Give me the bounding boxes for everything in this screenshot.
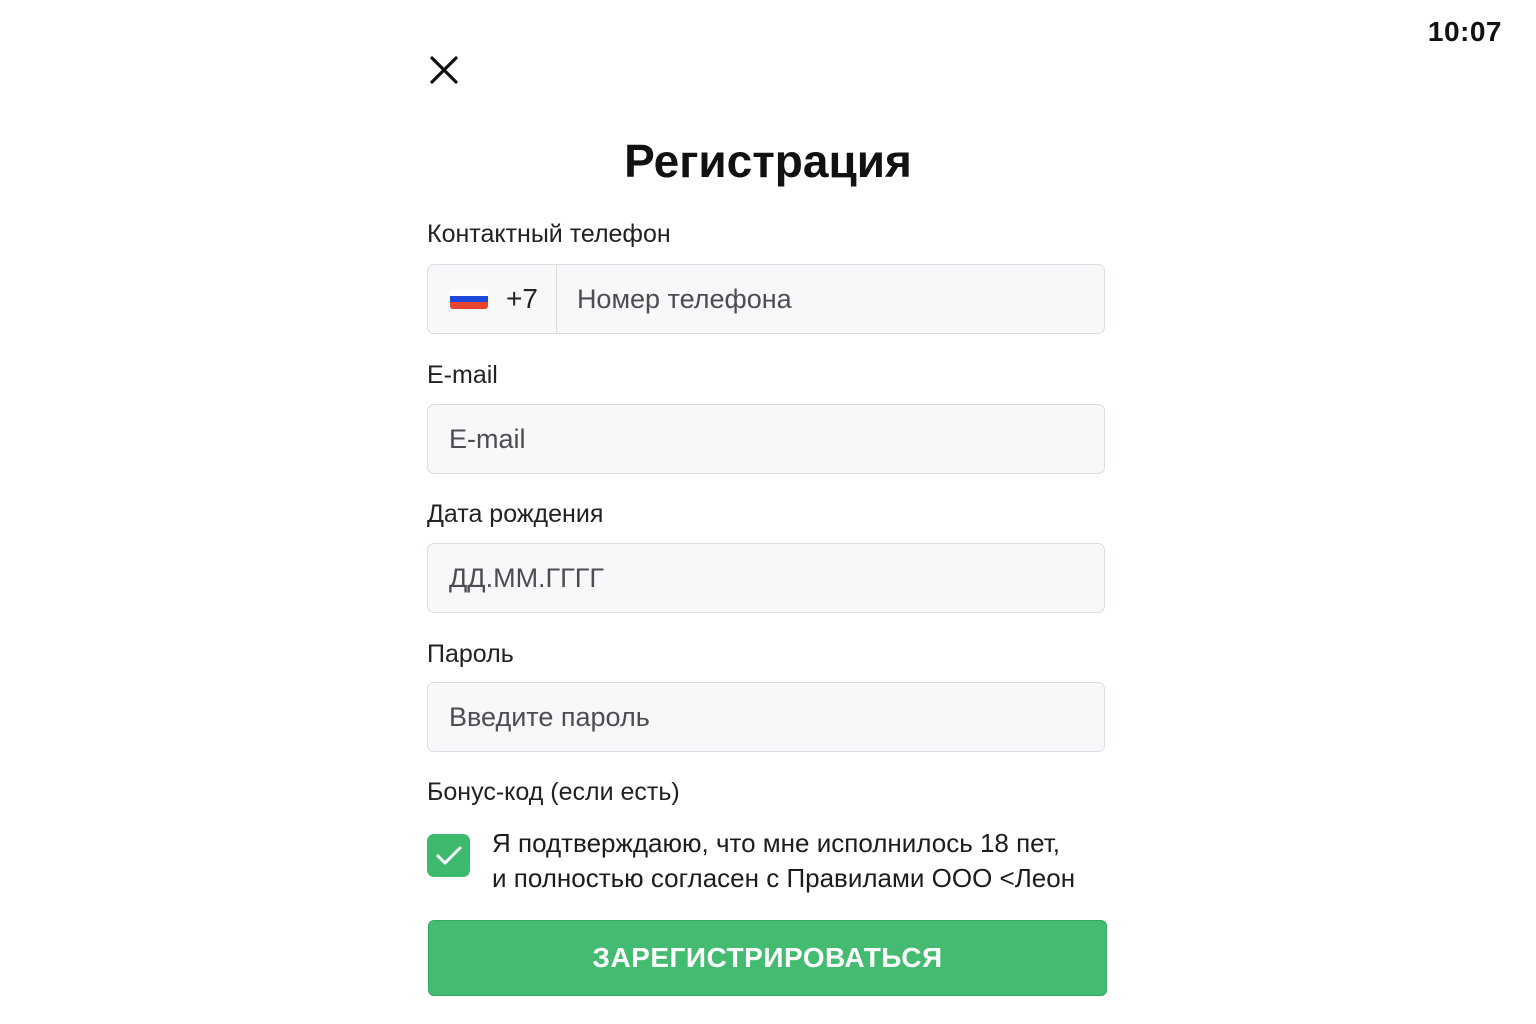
password-field-container: [427, 682, 1105, 752]
close-icon: [430, 56, 458, 84]
flag-stripe-blue: [450, 295, 488, 303]
status-time: 10:07: [1427, 16, 1502, 47]
dial-code: +7: [506, 283, 538, 314]
phone-label: Контактный телефон: [427, 220, 671, 248]
page-title: Регистрация: [624, 135, 912, 187]
email-field-container: [427, 404, 1105, 474]
birthdate-input[interactable]: [428, 544, 1104, 612]
password-label: Пароль: [427, 640, 514, 668]
country-code-select[interactable]: +7: [428, 265, 557, 333]
flag-stripe-white: [450, 289, 488, 296]
consent-line-1: Я подтверждаюю, что мне исполнилось 18 п…: [492, 828, 1061, 858]
consent-text: Я подтверждаюю, что мне исполнилось 18 п…: [492, 826, 1132, 896]
birthdate-field-container: [427, 543, 1105, 613]
consent-checkbox[interactable]: [427, 834, 470, 877]
email-input[interactable]: [428, 405, 1104, 473]
consent-line-2: и полностью согласен с Правилами ООО <Ле…: [492, 863, 1076, 893]
phone-input[interactable]: [556, 265, 1104, 333]
flag-stripe-red: [450, 302, 488, 309]
bonus-code-toggle[interactable]: Бонус-код (если есть): [427, 778, 680, 807]
password-input[interactable]: [428, 683, 1104, 751]
register-button[interactable]: ЗАРЕГИСТРИРОВАТЬСЯ: [428, 920, 1107, 996]
birthdate-label: Дата рождения: [427, 500, 604, 528]
close-button[interactable]: [426, 52, 462, 88]
checkmark-icon: [436, 846, 461, 864]
russia-flag-icon: [450, 289, 488, 309]
phone-field-container: +7: [427, 264, 1105, 334]
registration-screen: 10:07 Регистрация Контактный телефон +7 …: [0, 0, 1536, 1024]
email-label: E-mail: [427, 361, 498, 389]
